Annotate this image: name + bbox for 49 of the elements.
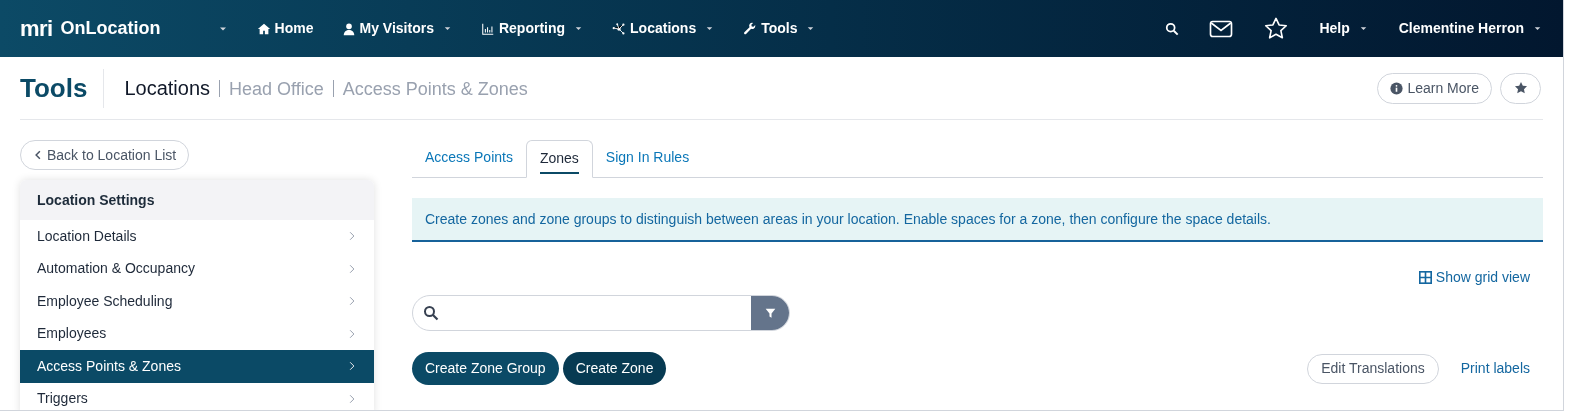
search-icon [1165,21,1180,36]
tab[interactable]: Zones [525,140,593,178]
search-icon [423,305,439,321]
settings-menu-item[interactable]: Employee Scheduling [20,285,374,318]
settings-menu-item[interactable]: Employees [20,317,374,350]
info-text: Create zones and zone groups to distinguish between areas in your location. Enable spaces for a zone, then configure the space details. [425,209,1271,229]
user-icon [341,21,356,36]
settings-menu-item[interactable]: Location Details [20,220,374,253]
tab[interactable]: Access Points [412,139,526,177]
create-zone-group-button[interactable]: Create Zone Group [412,352,559,385]
nav-menu-item[interactable]: My Visitors [341,18,453,39]
nav-menu-item[interactable]: Home [256,18,314,39]
network-icon [612,21,627,36]
settings-menu-item[interactable]: Triggers [20,382,374,410]
settings-menu-item[interactable]: Automation & Occupancy [20,252,374,285]
chevron-right-icon [347,327,357,340]
nav-menu-item[interactable]: Locations [612,18,716,39]
search-button[interactable] [1165,21,1180,36]
help-menu[interactable]: Help [1319,18,1369,39]
breadcrumb-item: Access Points & Zones [342,78,528,101]
grid-icon [1418,271,1432,284]
settings-menu-item[interactable]: Access Points & Zones [20,350,374,383]
chevron-right-icon [347,392,357,405]
grid-view-link[interactable]: Show grid view [1418,267,1530,288]
star-icon [1263,15,1290,42]
panel-heading: Location Settings [37,190,155,210]
nav-menu-item[interactable]: Tools [743,18,817,39]
user-menu[interactable]: Clementine Herron [1398,18,1543,39]
info-icon [1390,81,1404,95]
bar-chart-icon [480,21,495,36]
nav-menu-item[interactable]: Reporting [480,18,585,39]
logo: mri [20,15,53,43]
breadcrumb-item: Locations [124,76,211,101]
chevron-right-icon [347,360,357,373]
chevron-right-icon [347,230,357,243]
tab[interactable]: Sign In Rules [592,139,703,177]
brand-link[interactable]: OnLocation [60,15,161,42]
print-labels-link[interactable]: Print labels [1460,358,1530,379]
chevron-right-icon [347,262,357,275]
page-title: Tools [20,68,105,108]
wrench-icon [743,21,758,36]
create-zone-button[interactable]: Create Zone [562,352,667,385]
star-icon [1513,81,1528,95]
home-icon [256,21,271,36]
favorites-button[interactable] [1263,15,1290,42]
filter-button[interactable] [751,296,789,330]
filter-icon [764,307,776,319]
chevron-left-icon [33,150,43,160]
chevron-right-icon [347,295,357,308]
